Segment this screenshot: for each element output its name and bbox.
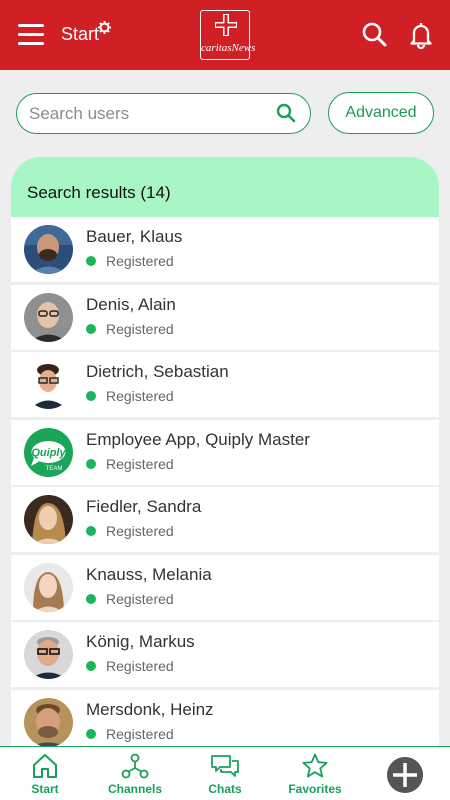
status-dot — [86, 256, 96, 266]
search-results-panel: Search results (14) Bauer, Klaus Registe… — [11, 157, 439, 757]
gear-icon[interactable] — [98, 21, 111, 34]
user-name: Fiedler, Sandra — [86, 497, 202, 516]
status-dot — [86, 323, 96, 334]
status-text: Registered — [106, 253, 174, 269]
caritas-cross-icon — [215, 14, 237, 36]
star-icon — [302, 753, 328, 778]
user-name: Dietrich, Sebastian — [86, 362, 229, 381]
user-name: Bauer, Klaus — [86, 227, 183, 246]
status-dot — [86, 526, 96, 536]
nav-label: Favorites — [288, 782, 342, 796]
plus-icon[interactable] — [387, 757, 423, 793]
status-text: Registered — [106, 658, 174, 674]
nav-label: Channels — [107, 782, 162, 796]
user-name: König, Markus — [86, 632, 195, 651]
status-text: Registered — [106, 725, 174, 742]
list-item[interactable]: König, Markus Registered — [11, 622, 439, 687]
user-name: Knauss, Melania — [86, 564, 212, 584]
caritas-logo[interactable]: caritasNews — [200, 10, 256, 60]
home-icon — [33, 754, 57, 778]
list-item[interactable]: Fiedler, Sandra Registered — [11, 487, 439, 552]
search-icon[interactable] — [276, 103, 296, 123]
chats-icon — [211, 755, 239, 777]
avatar: Quiply TEAM — [24, 427, 73, 477]
avatar — [24, 562, 73, 612]
logo-text: caritasNews — [201, 42, 256, 54]
menu-icon[interactable] — [18, 24, 44, 46]
nav-start[interactable]: Start — [0, 747, 90, 800]
nav-label: Start — [31, 782, 59, 796]
nav-label: Chats — [208, 782, 242, 796]
status-dot — [86, 661, 96, 671]
bottom-navigation: Start Channels Chats Favorites — [0, 746, 450, 800]
nav-favorites[interactable]: Favorites — [270, 747, 360, 800]
search-box — [16, 93, 311, 134]
avatar — [24, 495, 73, 544]
list-item[interactable]: Dietrich, Sebastian Registered — [11, 352, 439, 417]
avatar — [24, 225, 73, 274]
user-name: Employee App, Quiply Master — [86, 429, 310, 449]
search-input[interactable] — [29, 101, 269, 127]
bell-icon[interactable] — [408, 21, 434, 49]
status-dot — [86, 458, 96, 469]
list-item[interactable]: Knauss, Melania Registered — [11, 554, 439, 620]
status-text: Registered — [106, 320, 174, 337]
status-dot — [86, 593, 96, 604]
page-title: Start — [61, 24, 100, 44]
nav-chats[interactable]: Chats — [180, 747, 270, 800]
svg-text:Quiply: Quiply — [31, 447, 66, 459]
user-name: Denis, Alain — [86, 294, 176, 314]
channels-icon — [121, 753, 149, 779]
nav-channels[interactable]: Channels — [90, 747, 180, 800]
advanced-search-button[interactable]: Advanced — [328, 92, 434, 134]
list-item[interactable]: Mersdonk, Heinz Registered — [11, 689, 439, 755]
list-item[interactable]: Quiply TEAM Employee App, Quiply Master … — [11, 419, 439, 485]
status-text: Registered — [106, 388, 174, 404]
avatar — [24, 630, 73, 679]
results-header: Search results (14) — [11, 157, 439, 217]
status-text: Registered — [106, 455, 174, 472]
list-item[interactable]: Bauer, Klaus Registered — [11, 217, 439, 282]
svg-text:TEAM: TEAM — [46, 466, 63, 472]
top-app-bar: Start caritasNews — [0, 0, 450, 70]
status-dot — [86, 391, 96, 401]
status-text: Registered — [106, 523, 174, 539]
avatar — [24, 360, 73, 409]
avatar — [24, 292, 73, 342]
list-item[interactable]: Denis, Alain Registered — [11, 284, 439, 350]
avatar — [24, 697, 73, 747]
status-text: Registered — [106, 590, 174, 607]
search-icon[interactable] — [361, 21, 387, 49]
user-name: Mersdonk, Heinz — [86, 699, 214, 719]
status-dot — [86, 728, 96, 739]
